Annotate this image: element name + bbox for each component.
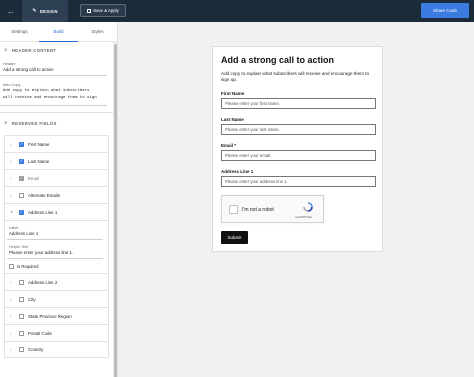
save-button-label: Save & Apply [93,8,119,13]
chevron-down-icon: ∨ [4,47,8,52]
field-label: Address Line 1 [28,209,58,215]
checkbox-address-line-2[interactable] [19,279,24,285]
last-name-input[interactable]: Please enter your last name. [221,124,376,135]
field-row-address-line-2[interactable]: › Address Line 2 [4,273,109,290]
chevron-right-icon[interactable]: › [10,331,15,336]
field-label: Postal Code [28,330,52,336]
chevron-down-icon: ∨ [4,120,8,125]
field-row-city[interactable]: › City [4,290,109,307]
last-name-label: Last Name [221,117,244,122]
checkbox-first-name[interactable]: ✓ [19,141,24,147]
chevron-right-icon[interactable]: › [10,297,15,302]
back-arrow-icon[interactable]: ← [0,0,22,22]
checkbox-country[interactable] [19,347,24,352]
address-line-1-label: Address Line 1 [221,169,254,174]
checkbox-city[interactable] [19,296,24,302]
section-title: HEADER CONTENT [11,47,57,53]
design-tab[interactable]: ✎ DESIGN [22,0,68,22]
helper-text-input[interactable]: Please enter your address line 1. [7,249,103,259]
field-label: First Name [28,141,50,147]
field-row-postal-code[interactable]: › Postal Code [4,324,109,341]
chevron-right-icon[interactable]: › [10,314,15,319]
top-bar: ← ✎ DESIGN Save & Apply Share Code [0,0,474,22]
email-input[interactable]: Please enter your email. [221,150,376,161]
recaptcha-checkbox[interactable] [229,205,238,214]
checkbox-alternate-emails[interactable] [19,192,24,198]
header-input[interactable]: Add a strong call to action [0,66,107,76]
form-title: Add a strong call to action [221,55,335,65]
reserved-fields-section-toggle[interactable]: ∨ RESERVED FIELDS [0,115,117,131]
field-label: Country [28,347,44,352]
panel-scrollbar-thumb[interactable] [114,44,117,377]
section-title: RESERVED FIELDS [11,120,57,126]
pencil-icon: ✎ [32,8,37,14]
field-label: Alternate Emails [28,192,60,198]
recaptcha-widget: I'm not a robot reCAPTCHA [221,195,324,223]
field-row-last-name[interactable]: › ✓ Last Name [4,152,109,169]
reserved-fields-list: › ✓ First Name › ✓ Last Name › ✓ Email ›… [0,135,117,358]
recaptcha-label: I'm not a robot [242,207,274,213]
chevron-right-icon[interactable]: › [10,347,15,352]
field-row-alternate-emails[interactable]: › Alternate Emails [4,186,109,203]
recaptcha-logo-icon [303,202,313,212]
tab-styles[interactable]: Styles [78,22,117,41]
save-icon [87,8,92,13]
section-divider [0,112,113,113]
label-input[interactable]: Address Line 1 [7,230,103,240]
signup-form-preview: Add a strong call to action Add copy to … [212,46,383,252]
tab-settings[interactable]: Settings [0,22,39,41]
field-row-state-province-region[interactable]: › State Province Region [4,307,109,324]
email-label: Email * [221,143,237,148]
share-code-button[interactable]: Share Code [421,3,469,18]
chevron-right-icon[interactable]: › [10,176,15,181]
address-line-1-input[interactable]: Please enter your address line 1. [221,176,376,187]
checkbox-is-required[interactable] [9,264,14,269]
first-name-label: First Name [221,91,245,96]
field-label: City [28,296,36,302]
field-label: State Province Region [28,313,72,319]
field-row-email[interactable]: › ✓ Email [4,169,109,186]
checkbox-postal-code[interactable] [19,330,24,336]
field-label: Email [28,175,39,181]
address-line-1-settings: Label Address Line 1 Helper Text Please … [4,220,109,273]
chevron-right-icon[interactable]: › [10,193,15,198]
is-required-label: Is Required [17,264,39,269]
field-label: Address Line 2 [28,279,58,285]
save-and-apply-button[interactable]: Save & Apply [80,4,126,17]
checkbox-address-line-1[interactable]: ✓ [19,209,24,215]
design-tab-label: DESIGN [39,8,58,14]
submit-button[interactable]: Submit [221,231,248,244]
form-intro: Add copy to explain what subscribers wil… [221,71,370,82]
checkbox-state-province-region[interactable] [19,313,24,319]
first-name-input[interactable]: Please enter your first name. [221,98,376,109]
chevron-right-icon[interactable]: › [10,159,15,164]
chevron-right-icon[interactable]: › [10,280,15,285]
chevron-down-icon[interactable]: ∨ [10,209,15,215]
field-row-address-line-1[interactable]: ∨ ✓ Address Line 1 [4,203,109,220]
field-label: Last Name [28,158,50,164]
intro-copy-textarea[interactable]: Add copy to explain what subscribers wil… [0,87,107,106]
field-row-first-name[interactable]: › ✓ First Name [4,135,109,152]
header-content-section-toggle[interactable]: ∨ HEADER CONTENT [0,42,117,58]
build-panel: Settings Build Styles ∨ HEADER CONTENT H… [0,22,118,377]
chevron-right-icon[interactable]: › [10,142,15,147]
tab-build[interactable]: Build [39,22,78,42]
is-required-toggle[interactable]: Is Required [7,259,106,269]
panel-tabs: Settings Build Styles [0,22,117,42]
checkbox-last-name[interactable]: ✓ [19,158,24,164]
field-row-country[interactable]: › Country [4,341,109,358]
checkbox-email-locked: ✓ [19,175,24,181]
recaptcha-brand: reCAPTCHA [295,215,313,219]
